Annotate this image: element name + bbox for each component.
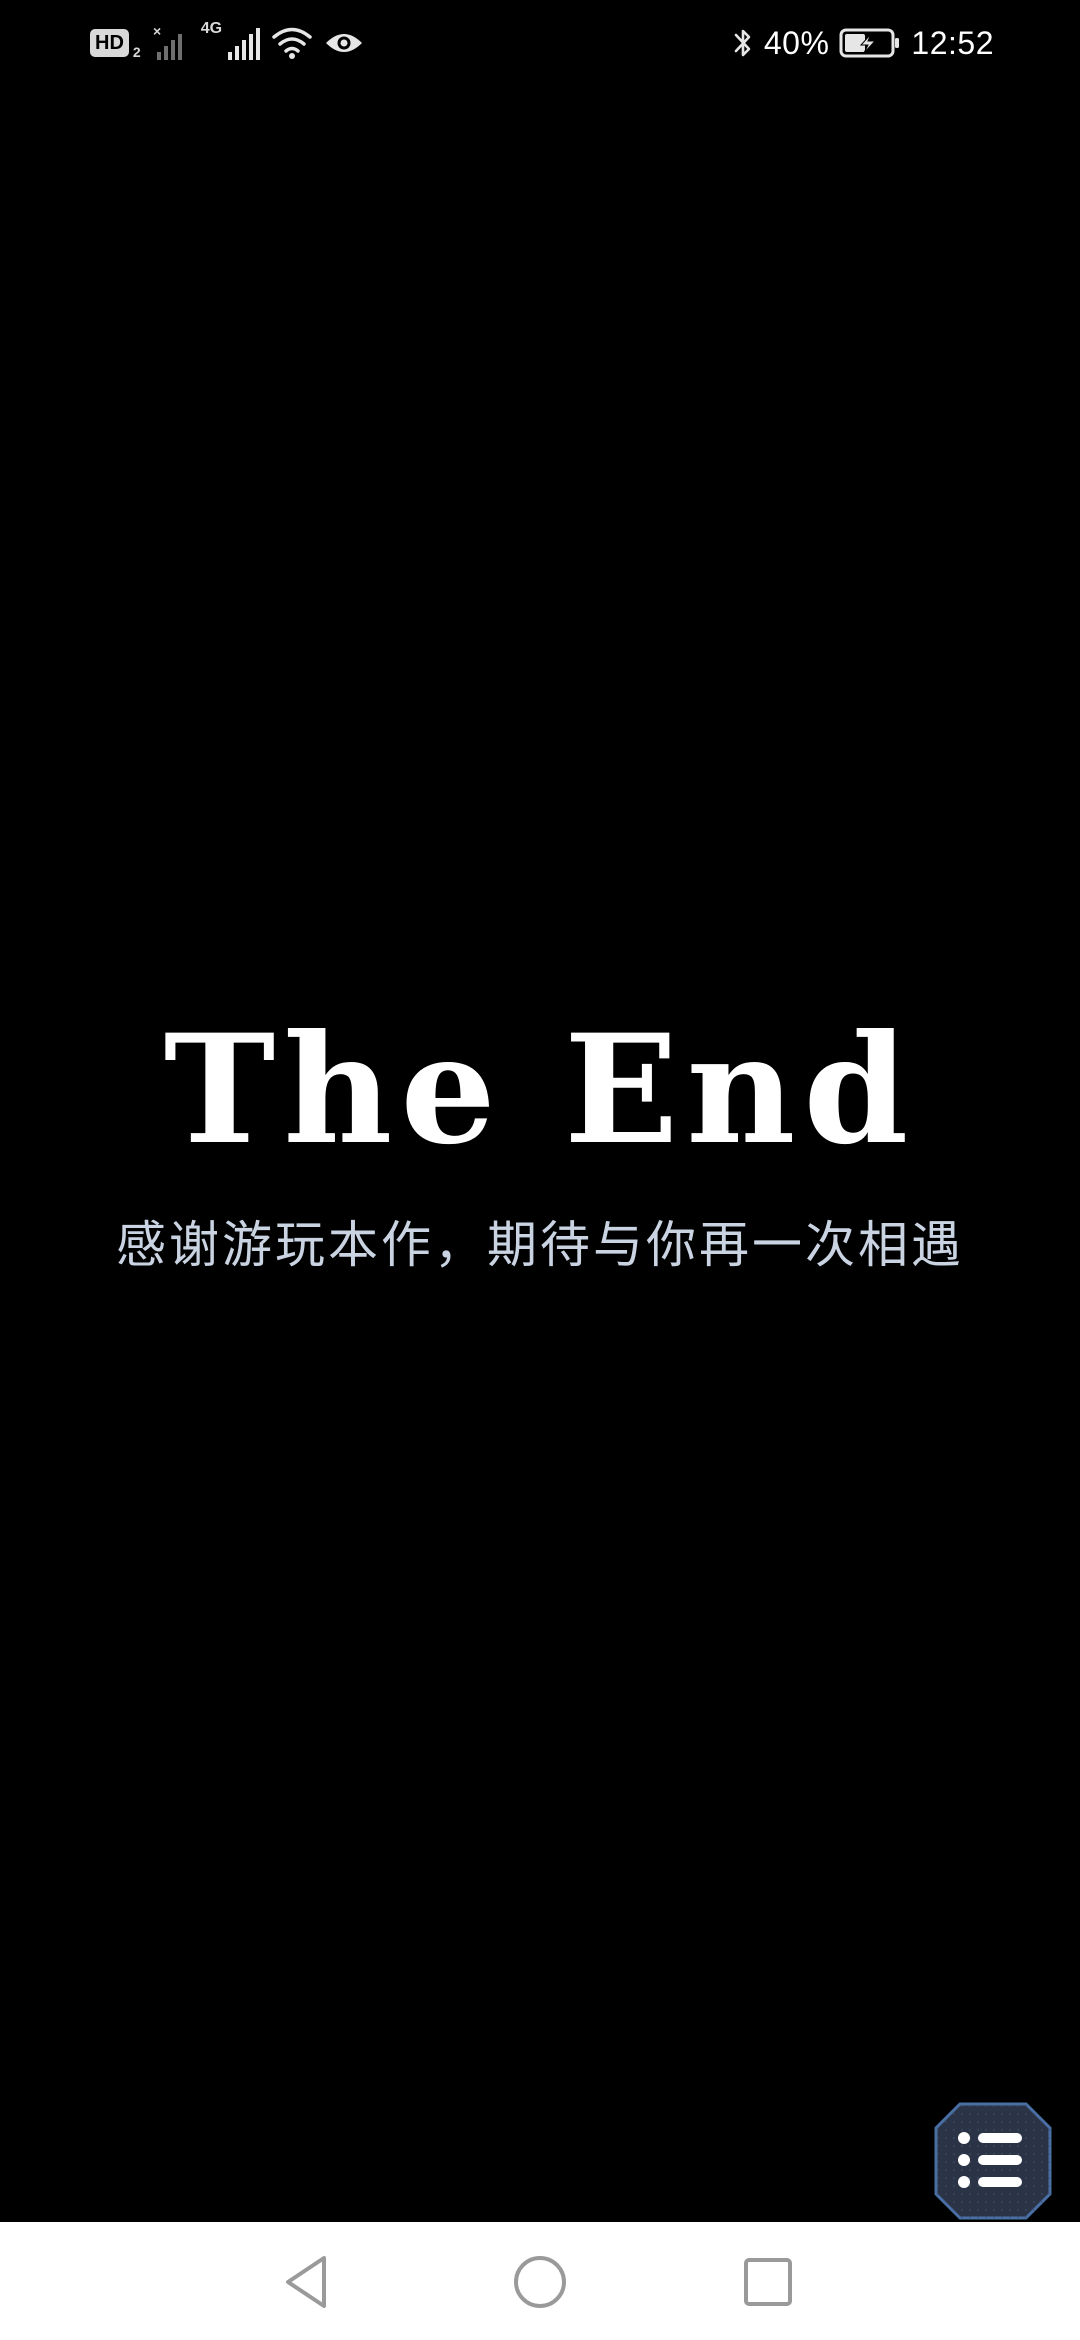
- eye-comfort-icon: [324, 30, 364, 56]
- recents-icon: [744, 2258, 792, 2306]
- list-menu-icon: [934, 2102, 1052, 2220]
- recents-button[interactable]: [738, 2252, 798, 2312]
- status-bar-right: 40% 12:52: [732, 22, 994, 64]
- home-button[interactable]: [510, 2252, 570, 2312]
- hd-icon: HD: [90, 29, 129, 57]
- signal-4g-icon: [226, 24, 261, 62]
- game-ending-screen: HD 2 × 4G 40% 12:52 The End 感谢游玩本作，期待与你再…: [0, 0, 1080, 2340]
- status-bar-left: HD 2 × 4G: [90, 20, 364, 64]
- back-icon: [286, 2256, 326, 2308]
- navigation-bar: [0, 2222, 1080, 2340]
- ending-title: The End: [163, 1002, 917, 1178]
- bluetooth-icon: [732, 26, 754, 60]
- signal-no-service-icon: ×: [153, 24, 189, 62]
- svg-text:×: ×: [153, 24, 161, 39]
- sim-index-label: 2: [132, 44, 141, 60]
- game-menu-button[interactable]: [934, 2102, 1052, 2220]
- battery-charging-icon: [839, 27, 901, 59]
- network-type-label: 4G: [200, 20, 223, 37]
- ending-subtitle: 感谢游玩本作，期待与你再一次相遇: [116, 1216, 964, 1274]
- status-bar: HD 2 × 4G 40% 12:52: [0, 0, 1080, 86]
- battery-percent: 40%: [763, 24, 830, 61]
- home-icon: [514, 2256, 566, 2308]
- back-button[interactable]: [278, 2252, 338, 2312]
- clock: 12:52: [911, 24, 994, 61]
- wifi-icon: [272, 26, 312, 60]
